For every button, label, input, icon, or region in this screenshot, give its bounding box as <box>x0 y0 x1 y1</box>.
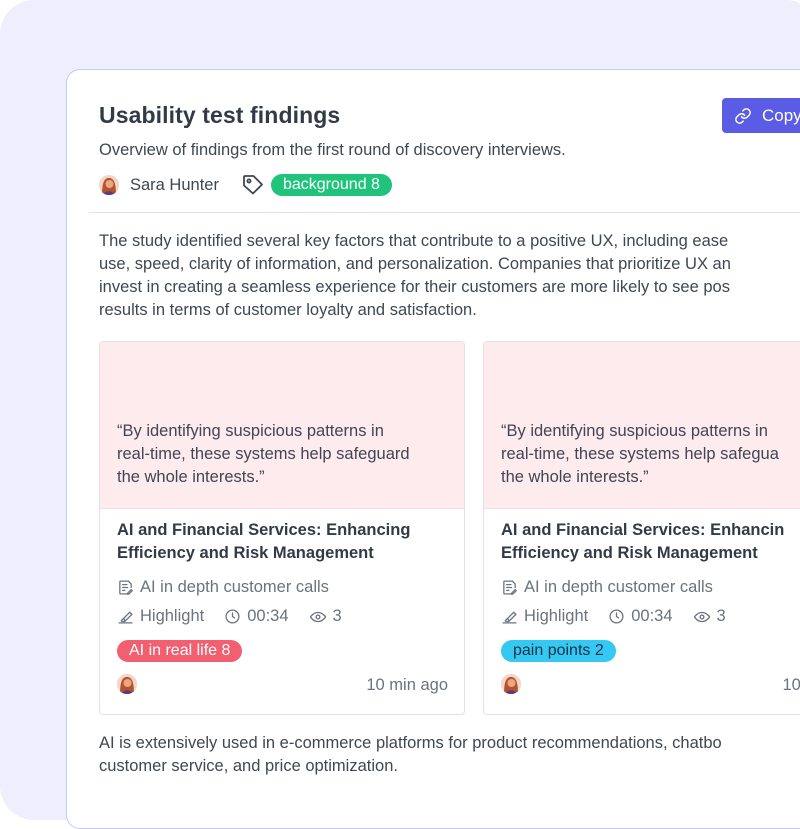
finding-tag-wrap: pain points 2 <box>501 640 616 662</box>
eye-icon <box>309 611 326 622</box>
clock-icon <box>225 609 240 624</box>
page-subtitle: Overview of findings from the first roun… <box>99 141 566 159</box>
finding-card[interactable]: “By identifying suspicious patterns in r… <box>483 341 800 715</box>
quote-box: “By identifying suspicious patterns in r… <box>100 342 464 509</box>
document-tag[interactable]: background 8 <box>270 174 392 196</box>
finding-title[interactable]: AI and Financial Services: Enhancin Effi… <box>501 519 800 565</box>
clock-icon <box>609 609 624 624</box>
highlighter-icon <box>502 611 517 624</box>
link-icon <box>735 107 751 124</box>
eye-icon <box>693 611 710 622</box>
highlighter-icon <box>118 611 133 624</box>
copy-link-button[interactable]: Copy <box>722 98 800 133</box>
author-avatar[interactable] <box>99 175 119 195</box>
finding-timestamp: 10 min ago <box>366 676 448 694</box>
finding-avatar[interactable] <box>501 674 521 694</box>
finding-tag[interactable]: AI in real life 8 <box>117 640 243 662</box>
author-name[interactable]: Sara Hunter <box>130 176 219 195</box>
finding-meta: Highlight 00:34 3 <box>501 607 726 626</box>
page-title: Usability test findings <box>99 102 341 128</box>
finding-timestamp: 10 min <box>782 676 800 694</box>
finding-quote: “By identifying suspicious patterns in r… <box>501 422 779 486</box>
finding-title[interactable]: AI and Financial Services: Enhancing Eff… <box>117 519 457 565</box>
finding-source[interactable]: AI in depth customer calls <box>501 578 713 597</box>
transcript-icon <box>119 580 133 595</box>
copy-button-label: Copy <box>762 105 800 125</box>
document-meta: Sara Hunter background 8 <box>99 173 392 197</box>
quote-box: “By identifying suspicious patterns in r… <box>484 342 800 509</box>
finding-avatar[interactable] <box>117 674 137 694</box>
tag-icon[interactable] <box>241 173 265 197</box>
finding-meta: Highlight 00:34 3 <box>117 607 342 626</box>
intro-paragraph: The study identified several key factors… <box>99 232 731 319</box>
transcript-icon <box>503 580 517 595</box>
header-divider <box>89 212 800 213</box>
outro-paragraph: AI is extensively used in e-commerce pla… <box>99 734 722 775</box>
document-card: Usability test findings Copy Overview of… <box>66 69 800 829</box>
finding-quote: “By identifying suspicious patterns in r… <box>117 422 410 486</box>
finding-tag-wrap: AI in real life 8 <box>117 640 243 662</box>
finding-card[interactable]: “By identifying suspicious patterns in r… <box>99 341 465 715</box>
finding-tag[interactable]: pain points 2 <box>501 640 616 662</box>
finding-source[interactable]: AI in depth customer calls <box>117 578 329 597</box>
